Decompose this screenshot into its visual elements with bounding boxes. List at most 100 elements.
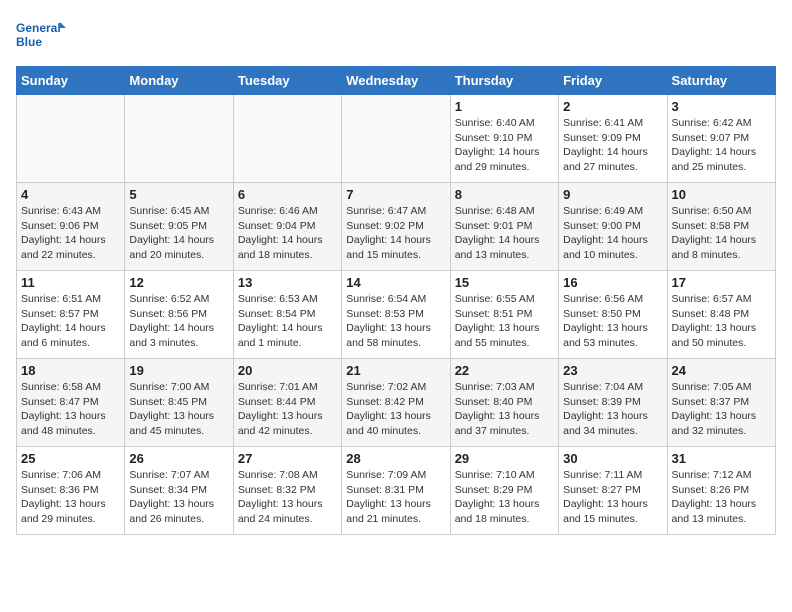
day-info: Sunrise: 6:54 AM Sunset: 8:53 PM Dayligh… (346, 292, 445, 351)
day-number: 19 (129, 363, 228, 378)
calendar-cell: 4Sunrise: 6:43 AM Sunset: 9:06 PM Daylig… (17, 183, 125, 271)
calendar-cell: 12 Sunrise: 6:52 AM Sunset: 8:56 PM Dayli… (125, 271, 233, 359)
day-number: 5 (129, 187, 228, 202)
day-number: 6 (238, 187, 337, 202)
day-info: Sunrise: 7:00 AM Sunset: 8:45 PM Dayligh… (129, 380, 228, 439)
day-info: Sunrise: 7:05 AM Sunset: 8:37 PM Dayligh… (672, 380, 771, 439)
weekday-header-friday: Friday (559, 67, 667, 95)
calendar-cell: 31 Sunrise: 7:12 AM Sunset: 8:26 PM Dayli… (667, 447, 775, 535)
day-number: 27 (238, 451, 337, 466)
day-number: 10 (672, 187, 771, 202)
calendar-cell: 13Sunrise: 6:53 AM Sunset: 8:54 PM Dayli… (233, 271, 341, 359)
day-info: Sunrise: 6:50 AM Sunset: 8:58 PM Dayligh… (672, 204, 771, 263)
calendar-week-row: 11 Sunrise: 6:51 AM Sunset: 8:57 PM Dayli… (17, 271, 776, 359)
weekday-header-saturday: Saturday (667, 67, 775, 95)
calendar-week-row: 25 Sunrise: 7:06 AM Sunset: 8:36 PM Dayli… (17, 447, 776, 535)
day-info: Sunrise: 7:11 AM Sunset: 8:27 PM Dayligh… (563, 468, 662, 527)
calendar-cell: 15 Sunrise: 6:55 AM Sunset: 8:51 PM Dayli… (450, 271, 558, 359)
calendar-week-row: 4Sunrise: 6:43 AM Sunset: 9:06 PM Daylig… (17, 183, 776, 271)
day-number: 12 (129, 275, 228, 290)
calendar-table: SundayMondayTuesdayWednesdayThursdayFrid… (16, 66, 776, 535)
day-info: Sunrise: 7:06 AM Sunset: 8:36 PM Dayligh… (21, 468, 120, 527)
day-info: Sunrise: 7:01 AM Sunset: 8:44 PM Dayligh… (238, 380, 337, 439)
day-info: Sunrise: 7:02 AM Sunset: 8:42 PM Dayligh… (346, 380, 445, 439)
day-number: 21 (346, 363, 445, 378)
day-info: Sunrise: 6:42 AM Sunset: 9:07 PM Dayligh… (672, 116, 771, 175)
day-number: 22 (455, 363, 554, 378)
day-number: 7 (346, 187, 445, 202)
page-header: General Blue (16, 16, 776, 58)
calendar-cell: 25 Sunrise: 7:06 AM Sunset: 8:36 PM Dayli… (17, 447, 125, 535)
calendar-cell (125, 95, 233, 183)
calendar-cell: 1 Sunrise: 6:40 AM Sunset: 9:10 PM Daylig… (450, 95, 558, 183)
calendar-cell: 29Sunrise: 7:10 AM Sunset: 8:29 PM Dayli… (450, 447, 558, 535)
day-info: Sunrise: 6:41 AM Sunset: 9:09 PM Dayligh… (563, 116, 662, 175)
calendar-cell: 28 Sunrise: 7:09 AM Sunset: 8:31 PM Dayli… (342, 447, 450, 535)
calendar-cell: 20Sunrise: 7:01 AM Sunset: 8:44 PM Dayli… (233, 359, 341, 447)
day-info: Sunrise: 6:57 AM Sunset: 8:48 PM Dayligh… (672, 292, 771, 351)
calendar-week-row: 1 Sunrise: 6:40 AM Sunset: 9:10 PM Daylig… (17, 95, 776, 183)
calendar-cell: 7 Sunrise: 6:47 AM Sunset: 9:02 PM Daylig… (342, 183, 450, 271)
calendar-cell: 14 Sunrise: 6:54 AM Sunset: 8:53 PM Dayli… (342, 271, 450, 359)
svg-text:General: General (16, 21, 61, 35)
calendar-cell: 30 Sunrise: 7:11 AM Sunset: 8:27 PM Dayli… (559, 447, 667, 535)
calendar-cell: 6 Sunrise: 6:46 AM Sunset: 9:04 PM Daylig… (233, 183, 341, 271)
day-number: 11 (21, 275, 120, 290)
day-info: Sunrise: 6:47 AM Sunset: 9:02 PM Dayligh… (346, 204, 445, 263)
day-info: Sunrise: 6:51 AM Sunset: 8:57 PM Dayligh… (21, 292, 120, 351)
calendar-cell: 22 Sunrise: 7:03 AM Sunset: 8:40 PM Dayli… (450, 359, 558, 447)
day-info: Sunrise: 7:08 AM Sunset: 8:32 PM Dayligh… (238, 468, 337, 527)
day-info: Sunrise: 6:49 AM Sunset: 9:00 PM Dayligh… (563, 204, 662, 263)
calendar-cell: 10 Sunrise: 6:50 AM Sunset: 8:58 PM Dayli… (667, 183, 775, 271)
day-info: Sunrise: 6:43 AM Sunset: 9:06 PM Dayligh… (21, 204, 120, 263)
weekday-header-tuesday: Tuesday (233, 67, 341, 95)
day-number: 25 (21, 451, 120, 466)
day-number: 17 (672, 275, 771, 290)
calendar-cell: 5 Sunrise: 6:45 AM Sunset: 9:05 PM Daylig… (125, 183, 233, 271)
day-number: 15 (455, 275, 554, 290)
day-number: 30 (563, 451, 662, 466)
calendar-cell (233, 95, 341, 183)
day-info: Sunrise: 6:52 AM Sunset: 8:56 PM Dayligh… (129, 292, 228, 351)
day-info: Sunrise: 7:04 AM Sunset: 8:39 PM Dayligh… (563, 380, 662, 439)
day-number: 26 (129, 451, 228, 466)
weekday-header-wednesday: Wednesday (342, 67, 450, 95)
calendar-cell: 27 Sunrise: 7:08 AM Sunset: 8:32 PM Dayli… (233, 447, 341, 535)
day-number: 1 (455, 99, 554, 114)
day-info: Sunrise: 6:53 AM Sunset: 8:54 PM Dayligh… (238, 292, 337, 351)
day-info: Sunrise: 6:40 AM Sunset: 9:10 PM Dayligh… (455, 116, 554, 175)
day-info: Sunrise: 7:09 AM Sunset: 8:31 PM Dayligh… (346, 468, 445, 527)
day-info: Sunrise: 7:12 AM Sunset: 8:26 PM Dayligh… (672, 468, 771, 527)
calendar-header-row: SundayMondayTuesdayWednesdayThursdayFrid… (17, 67, 776, 95)
day-number: 8 (455, 187, 554, 202)
day-number: 14 (346, 275, 445, 290)
weekday-header-monday: Monday (125, 67, 233, 95)
day-info: Sunrise: 7:03 AM Sunset: 8:40 PM Dayligh… (455, 380, 554, 439)
day-number: 24 (672, 363, 771, 378)
svg-text:Blue: Blue (16, 35, 42, 49)
day-number: 28 (346, 451, 445, 466)
day-number: 3 (672, 99, 771, 114)
calendar-cell: 18Sunrise: 6:58 AM Sunset: 8:47 PM Dayli… (17, 359, 125, 447)
day-info: Sunrise: 6:48 AM Sunset: 9:01 PM Dayligh… (455, 204, 554, 263)
calendar-cell: 9Sunrise: 6:49 AM Sunset: 9:00 PM Daylig… (559, 183, 667, 271)
logo-svg: General Blue (16, 16, 66, 58)
day-number: 31 (672, 451, 771, 466)
calendar-cell (17, 95, 125, 183)
calendar-cell: 11 Sunrise: 6:51 AM Sunset: 8:57 PM Dayli… (17, 271, 125, 359)
day-info: Sunrise: 7:07 AM Sunset: 8:34 PM Dayligh… (129, 468, 228, 527)
logo: General Blue (16, 16, 66, 58)
day-number: 23 (563, 363, 662, 378)
day-number: 16 (563, 275, 662, 290)
calendar-cell: 23 Sunrise: 7:04 AM Sunset: 8:39 PM Dayli… (559, 359, 667, 447)
calendar-cell (342, 95, 450, 183)
calendar-cell: 2Sunrise: 6:41 AM Sunset: 9:09 PM Daylig… (559, 95, 667, 183)
day-info: Sunrise: 6:45 AM Sunset: 9:05 PM Dayligh… (129, 204, 228, 263)
day-info: Sunrise: 6:55 AM Sunset: 8:51 PM Dayligh… (455, 292, 554, 351)
calendar-week-row: 18Sunrise: 6:58 AM Sunset: 8:47 PM Dayli… (17, 359, 776, 447)
day-info: Sunrise: 6:46 AM Sunset: 9:04 PM Dayligh… (238, 204, 337, 263)
calendar-cell: 16Sunrise: 6:56 AM Sunset: 8:50 PM Dayli… (559, 271, 667, 359)
weekday-header-sunday: Sunday (17, 67, 125, 95)
calendar-cell: 17 Sunrise: 6:57 AM Sunset: 8:48 PM Dayli… (667, 271, 775, 359)
calendar-cell: 19 Sunrise: 7:00 AM Sunset: 8:45 PM Dayli… (125, 359, 233, 447)
